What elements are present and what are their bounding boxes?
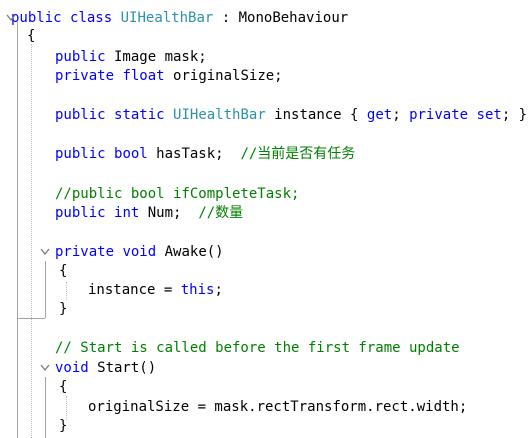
code-token: static — [114, 107, 165, 123]
indent-guide — [66, 282, 67, 300]
code-token: UIHealthBar — [173, 107, 266, 123]
code-token: public — [55, 49, 106, 65]
code-token: } — [59, 418, 68, 434]
code-token: { — [59, 263, 68, 279]
code-token: ; — [392, 107, 410, 123]
code-token: originalSize; — [164, 68, 283, 84]
code-token: this — [180, 282, 215, 298]
code-token: //public bool ifCompleteTask; — [55, 186, 300, 202]
code-token: Awake() — [156, 244, 224, 260]
indent-guide — [17, 22, 18, 438]
code-token: int — [114, 205, 140, 221]
code-token: public — [55, 107, 106, 123]
code-token: instance { — [265, 107, 367, 123]
code-token: originalSize = mask.rectTransform.rect.w… — [88, 399, 468, 415]
code-token: Start() — [88, 360, 157, 376]
code-token: ; — [214, 282, 223, 298]
code-editor[interactable]: public class UIHealthBar : MonoBehaviour… — [0, 0, 529, 438]
indent-guide — [45, 377, 46, 438]
code-token: hasTask; — [147, 146, 241, 162]
code-line[interactable]: } — [0, 414, 529, 438]
code-token: // Start is called before the first fram… — [55, 340, 460, 356]
indent-guide — [31, 44, 32, 438]
code-token: private — [409, 107, 469, 123]
code-token: public — [55, 205, 106, 221]
code-token: { — [27, 28, 36, 44]
code-token: float — [122, 68, 165, 84]
code-token: } — [59, 301, 68, 317]
code-token: private — [55, 68, 115, 84]
code-token: private — [55, 244, 115, 260]
indent-guide — [45, 261, 46, 318]
code-token: void — [55, 360, 89, 376]
code-token: set — [476, 107, 502, 123]
code-token: { — [59, 379, 68, 395]
code-token: public — [55, 146, 106, 162]
code-token: Image mask; — [105, 49, 207, 65]
code-token: instance = — [88, 282, 181, 298]
chevron-down-icon[interactable] — [40, 248, 50, 258]
code-token: void — [122, 244, 157, 260]
chevron-down-icon[interactable] — [6, 14, 16, 24]
code-token: bool — [114, 146, 148, 162]
code-token: Num; — [139, 205, 199, 221]
code-token: get — [366, 107, 393, 123]
scope-hook — [17, 318, 45, 319]
indent-guide — [66, 396, 67, 420]
code-token: ; } — [501, 107, 528, 123]
code-token: //数量 — [198, 205, 244, 221]
code-token: //当前是否有任务 — [240, 146, 356, 162]
chevron-down-icon[interactable] — [40, 364, 50, 374]
